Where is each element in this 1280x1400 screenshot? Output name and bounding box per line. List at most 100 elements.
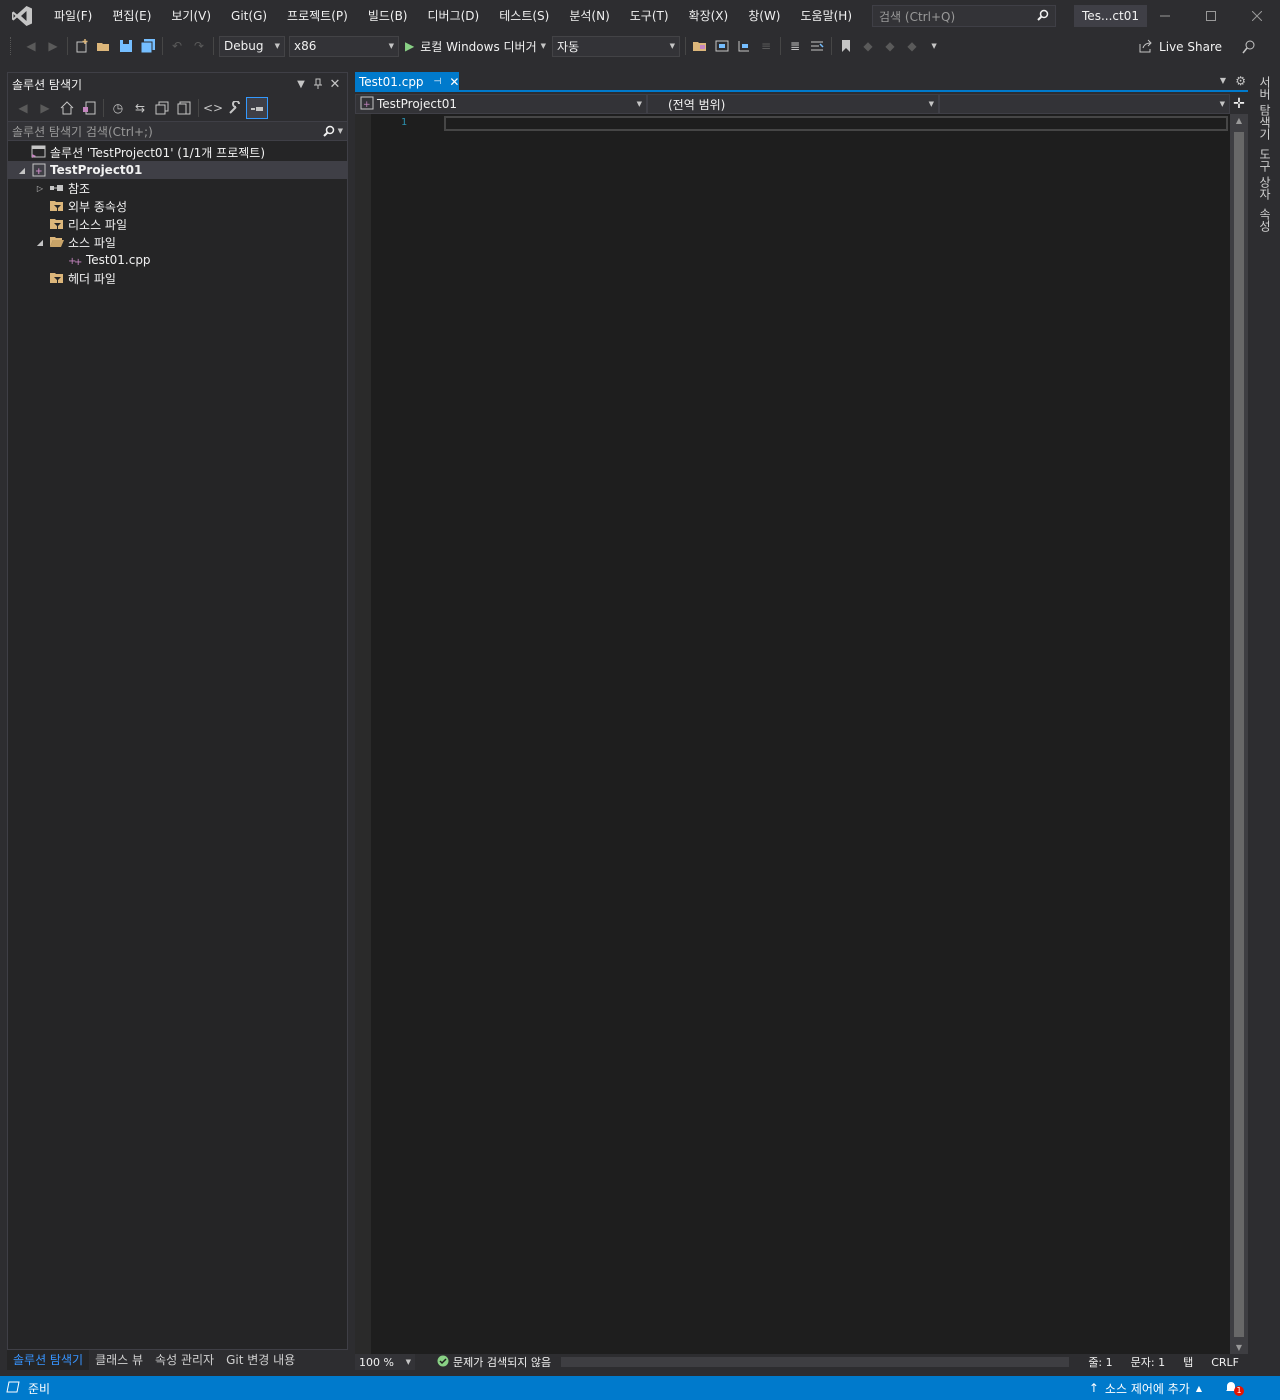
pending-changes-filter-icon[interactable]: ◷	[107, 97, 129, 119]
tree-item[interactable]: 외부 종속성	[8, 197, 347, 215]
right-dock-tab[interactable]: 서버 탐색기	[1257, 72, 1274, 144]
member-dropdown[interactable]: ▼	[939, 94, 1230, 114]
open-file-icon[interactable]	[93, 35, 115, 57]
solution-explorer-search-input[interactable]: 솔루션 탐색기 검색(Ctrl+;) ▼	[8, 121, 347, 141]
right-dock-tab[interactable]: 속성	[1257, 204, 1274, 236]
step-over-icon[interactable]: ≡	[755, 35, 777, 57]
tab-test01-cpp[interactable]: Test01.cpp ⊣ ✕	[355, 72, 459, 92]
tree-item[interactable]: + + Test01.cpp	[8, 251, 347, 269]
menu-item[interactable]: 편집(E)	[102, 0, 161, 32]
indent-mode[interactable]: 탭	[1174, 1354, 1202, 1370]
application-insights-icon[interactable]	[711, 35, 733, 57]
project-dropdown[interactable]: + TestProject01 ▼	[355, 94, 647, 114]
previous-bookmark-icon[interactable]: ◆	[857, 35, 879, 57]
solution-platform-select[interactable]: x86 ▼	[289, 35, 399, 57]
pin-tab-icon[interactable]: ⊣	[434, 77, 442, 87]
menu-item[interactable]: 도구(T)	[620, 0, 679, 32]
expanded-arrow-icon[interactable]: ◢	[34, 238, 46, 247]
horizontal-scrollbar[interactable]	[561, 1357, 1070, 1367]
live-share-button[interactable]: Live Share	[1139, 36, 1222, 58]
forward-icon[interactable]: ▶	[34, 97, 56, 119]
pin-icon[interactable]	[310, 76, 326, 92]
scrollbar-thumb[interactable]	[1234, 132, 1244, 1337]
right-dock-tab[interactable]: 도구 상자	[1257, 144, 1274, 204]
menu-item[interactable]: 도움말(H)	[791, 0, 863, 32]
home-icon[interactable]	[56, 97, 78, 119]
close-window-button[interactable]	[1234, 0, 1280, 32]
collapsed-arrow-icon[interactable]: ▷	[34, 184, 46, 193]
char-position[interactable]: 문자: 1	[1122, 1354, 1174, 1370]
menu-item[interactable]: 빌드(B)	[358, 0, 418, 32]
expanded-arrow-icon[interactable]: ◢	[16, 166, 28, 175]
debug-mode-select[interactable]: 자동 ▼	[552, 35, 681, 57]
comment-lines-icon[interactable]: ≣	[784, 35, 806, 57]
tree-item[interactable]: 리소스 파일	[8, 215, 347, 233]
indicator-margin[interactable]	[355, 114, 371, 1354]
clear-bookmarks-icon[interactable]: ◆	[901, 35, 923, 57]
menu-item[interactable]: 분석(N)	[559, 0, 619, 32]
tree-item[interactable]: 솔루션 'TestProject01' (1/1개 프로젝트)	[8, 143, 347, 161]
tree-item[interactable]: ◢ + TestProject01	[8, 161, 347, 179]
gear-icon[interactable]: ⚙	[1235, 74, 1246, 88]
back-icon[interactable]: ◀	[12, 97, 34, 119]
menu-item[interactable]: 확장(X)	[679, 0, 739, 32]
toolbar-grip[interactable]	[10, 37, 14, 55]
next-bookmark-icon[interactable]: ◆	[879, 35, 901, 57]
line-position[interactable]: 줄: 1	[1079, 1354, 1121, 1370]
window-position-dropdown-icon[interactable]: ▼	[293, 76, 309, 92]
line-ending[interactable]: CRLF	[1202, 1356, 1248, 1369]
properties-wrench-icon[interactable]	[224, 97, 246, 119]
tab-overflow-dropdown-icon[interactable]: ▼	[1220, 76, 1226, 85]
menu-item[interactable]: 창(W)	[738, 0, 790, 32]
tree-item[interactable]: 헤더 파일	[8, 269, 347, 287]
zoom-level-select[interactable]: 100 % ▼	[355, 1354, 415, 1370]
browse-folder-icon[interactable]	[689, 35, 711, 57]
feedback-icon[interactable]	[1238, 36, 1260, 58]
add-to-source-control-button[interactable]: ↑ 소스 제어에 추가 ▲	[1089, 1376, 1202, 1400]
navigate-back-icon[interactable]: ◀	[20, 35, 42, 57]
redo-icon[interactable]: ↷	[188, 35, 210, 57]
menu-item[interactable]: 파일(F)	[44, 0, 102, 32]
step-into-icon[interactable]	[733, 35, 755, 57]
undo-icon[interactable]: ↶	[166, 35, 188, 57]
tree-item[interactable]: ▷ 참조	[8, 179, 347, 197]
close-tab-icon[interactable]: ✕	[449, 75, 459, 89]
menu-item[interactable]: 테스트(S)	[489, 0, 559, 32]
vertical-scrollbar[interactable]: ▲ ▼	[1230, 114, 1248, 1354]
bookmark-icon[interactable]	[835, 35, 857, 57]
preview-selected-items-icon[interactable]	[246, 97, 268, 119]
scroll-up-icon[interactable]: ▲	[1230, 116, 1248, 125]
issues-indicator[interactable]: 문제가 검색되지 않음	[437, 1354, 551, 1370]
navigate-forward-icon[interactable]: ▶	[42, 35, 64, 57]
scope-dropdown[interactable]: (전역 범위) ▼	[647, 94, 939, 114]
new-project-icon[interactable]	[71, 35, 93, 57]
switch-views-icon[interactable]	[78, 97, 100, 119]
notifications-button[interactable]: 1	[1224, 1380, 1244, 1396]
sync-with-active-document-icon[interactable]: ⇆	[129, 97, 151, 119]
collapse-all-icon[interactable]	[151, 97, 173, 119]
menu-item[interactable]: 디버그(D)	[418, 0, 490, 32]
uncomment-lines-icon[interactable]	[806, 35, 828, 57]
tree-item[interactable]: ◢ 소스 파일	[8, 233, 347, 251]
show-all-files-icon[interactable]	[173, 97, 195, 119]
menu-item[interactable]: Git(G)	[221, 0, 277, 32]
left-pane-tab[interactable]: Git 변경 내용	[220, 1350, 301, 1370]
minimize-button[interactable]	[1142, 0, 1188, 32]
menu-item[interactable]: 프로젝트(P)	[277, 0, 358, 32]
left-pane-tab[interactable]: 클래스 뷰	[89, 1350, 149, 1370]
search-input[interactable]: 검색 (Ctrl+Q)	[872, 5, 1057, 27]
start-debugging-button[interactable]: ▶ 로컬 Windows 디버거 ▼	[401, 35, 550, 57]
save-icon[interactable]	[115, 35, 137, 57]
left-pane-tab[interactable]: 솔루션 탐색기	[7, 1350, 90, 1370]
toolbar-options-icon[interactable]: ▼	[923, 35, 945, 57]
left-pane-tab[interactable]: 속성 관리자	[149, 1350, 220, 1370]
view-code-icon[interactable]: <>	[202, 97, 224, 119]
solution-configuration-select[interactable]: Debug ▼	[219, 35, 285, 57]
scroll-down-icon[interactable]: ▼	[1230, 1343, 1248, 1352]
close-icon[interactable]: ✕	[327, 76, 343, 92]
maximize-button[interactable]	[1188, 0, 1234, 32]
menu-item[interactable]: 보기(V)	[161, 0, 221, 32]
code-editor[interactable]: 1	[355, 114, 1230, 1354]
save-all-icon[interactable]	[137, 35, 159, 57]
split-window-icon[interactable]: ✛	[1230, 94, 1248, 114]
